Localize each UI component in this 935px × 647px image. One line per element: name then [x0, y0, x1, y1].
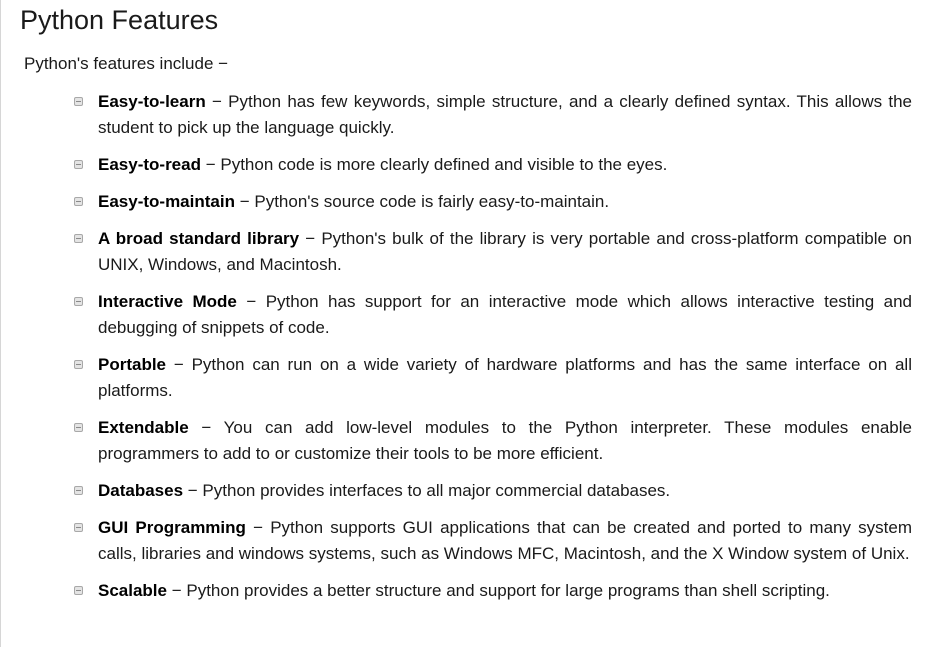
feature-item-easy-to-learn: Easy-to-learn − Python has few keywords,… [0, 89, 935, 141]
square-bullet-icon [74, 523, 83, 532]
feature-description: − Python code is more clearly defined an… [200, 155, 668, 174]
feature-item-easy-to-maintain: Easy-to-maintain − Python's source code … [0, 189, 935, 215]
feature-term: Portable [98, 355, 167, 374]
square-bullet-icon [74, 234, 83, 243]
feature-item-standard-library: A broad standard library − Python's bulk… [0, 226, 935, 278]
feature-term: A broad standard library [98, 229, 300, 248]
feature-term: GUI Programming [98, 518, 246, 537]
feature-description: − Python can run on a wide variety of ha… [98, 355, 912, 400]
feature-item-portable: Portable − Python can run on a wide vari… [0, 352, 935, 404]
feature-term: Easy-to-read [98, 155, 201, 174]
feature-list: Easy-to-learn − Python has few keywords,… [0, 89, 935, 615]
square-bullet-icon [74, 297, 83, 306]
intro-text: Python's features include − [24, 54, 229, 73]
feature-description: − Python has few keywords, simple struct… [98, 92, 912, 137]
feature-description: − Python provides a better structure and… [167, 581, 830, 600]
square-bullet-icon [74, 586, 83, 595]
feature-description: − Python provides interfaces to all majo… [183, 481, 671, 500]
feature-term: Interactive Mode [98, 292, 237, 311]
feature-item-extendable: Extendable − You can add low-level modul… [0, 415, 935, 467]
feature-term: Easy-to-learn [98, 92, 206, 111]
feature-item-gui-programming: GUI Programming − Python supports GUI ap… [0, 515, 935, 567]
feature-item-scalable: Scalable − Python provides a better stru… [0, 578, 935, 604]
square-bullet-icon [74, 486, 83, 495]
square-bullet-icon [74, 423, 83, 432]
feature-item-easy-to-read: Easy-to-read − Python code is more clear… [0, 152, 935, 178]
feature-term: Easy-to-maintain [98, 192, 235, 211]
page-title: Python Features [20, 5, 219, 35]
square-bullet-icon [74, 160, 83, 169]
feature-item-databases: Databases − Python provides interfaces t… [0, 478, 935, 504]
feature-term: Scalable [98, 581, 167, 600]
feature-term: Extendable [98, 418, 189, 437]
square-bullet-icon [74, 360, 83, 369]
feature-description: − You can add low-level modules to the P… [98, 418, 912, 463]
square-bullet-icon [74, 197, 83, 206]
feature-description: − Python's source code is fairly easy-to… [234, 192, 610, 211]
feature-term: Databases [98, 481, 184, 500]
feature-item-interactive-mode: Interactive Mode − Python has support fo… [0, 289, 935, 341]
square-bullet-icon [74, 97, 83, 106]
